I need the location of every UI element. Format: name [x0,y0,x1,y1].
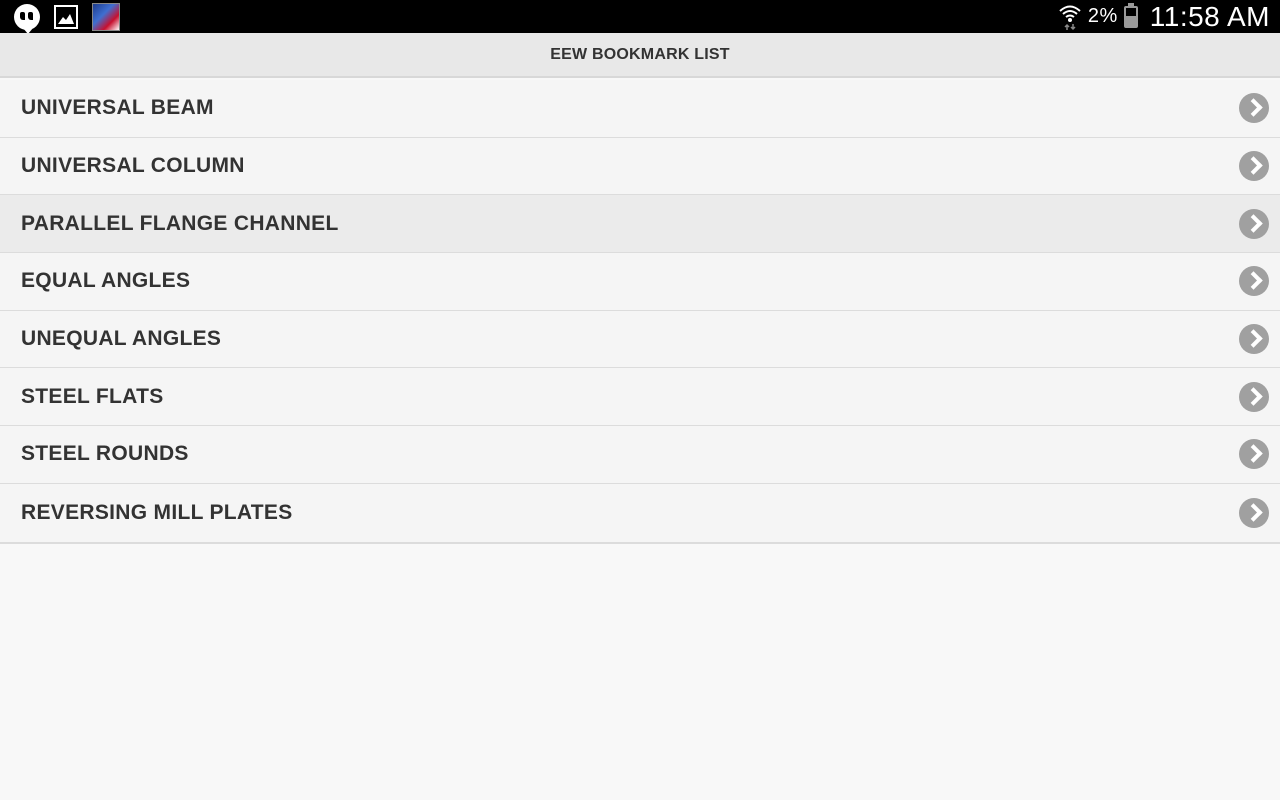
system-indicators: 2% 11:58 AM [1058,0,1270,33]
notification-icons [14,2,120,34]
list-item-unequal-angles[interactable]: UNEQUAL ANGLES [0,310,1280,369]
chevron-right-icon[interactable] [1239,439,1269,470]
title-bar: EEW BOOKMARK LIST [0,33,1280,78]
list-item-label: UNEQUAL ANGLES [21,327,222,351]
chevron-right-icon[interactable] [1239,266,1269,297]
list-item-label: PARALLEL FLANGE CHANNEL [21,211,339,235]
list-item-label: EQUAL ANGLES [21,269,191,293]
list-item-equal-angles[interactable]: EQUAL ANGLES [0,253,1280,311]
list-item-universal-beam[interactable]: UNIVERSAL BEAM [0,80,1280,138]
clock: 11:58 AM [1149,0,1270,32]
chevron-right-icon[interactable] [1239,208,1269,239]
chevron-right-icon[interactable] [1239,381,1269,412]
bookmark-list: UNIVERSAL BEAM UNIVERSAL COLUMN PARALLEL… [0,80,1280,544]
battery-percent: 2% [1087,5,1118,27]
list-item-universal-column[interactable]: UNIVERSAL COLUMN [0,137,1280,196]
chevron-right-icon[interactable] [1239,497,1269,528]
wifi-icon [1058,3,1082,31]
list-item-label: STEEL ROUNDS [21,442,189,466]
list-item-steel-flats[interactable]: STEEL FLATS [0,368,1280,427]
list-item-label: UNIVERSAL COLUMN [21,154,245,178]
list-item-label: REVERSING MILL PLATES [21,500,293,524]
page-title: EEW BOOKMARK LIST [550,45,730,63]
gallery-icon[interactable] [54,5,78,29]
list-item-reversing-mill-plates[interactable]: REVERSING MILL PLATES [0,483,1280,542]
chevron-right-icon[interactable] [1239,324,1269,355]
status-bar: 2% 11:58 AM [0,0,1280,34]
list-item-steel-rounds[interactable]: STEEL ROUNDS [0,426,1280,484]
list-item-label: UNIVERSAL BEAM [21,96,214,120]
list-item-parallel-flange-channel[interactable]: PARALLEL FLANGE CHANNEL [0,195,1280,254]
battery-icon [1123,2,1138,28]
hangouts-icon[interactable] [14,3,40,34]
list-item-label: STEEL FLATS [21,384,164,408]
chevron-right-icon[interactable] [1239,93,1269,124]
chevron-right-icon[interactable] [1239,151,1269,182]
app-thumbnail-icon[interactable] [92,2,120,31]
